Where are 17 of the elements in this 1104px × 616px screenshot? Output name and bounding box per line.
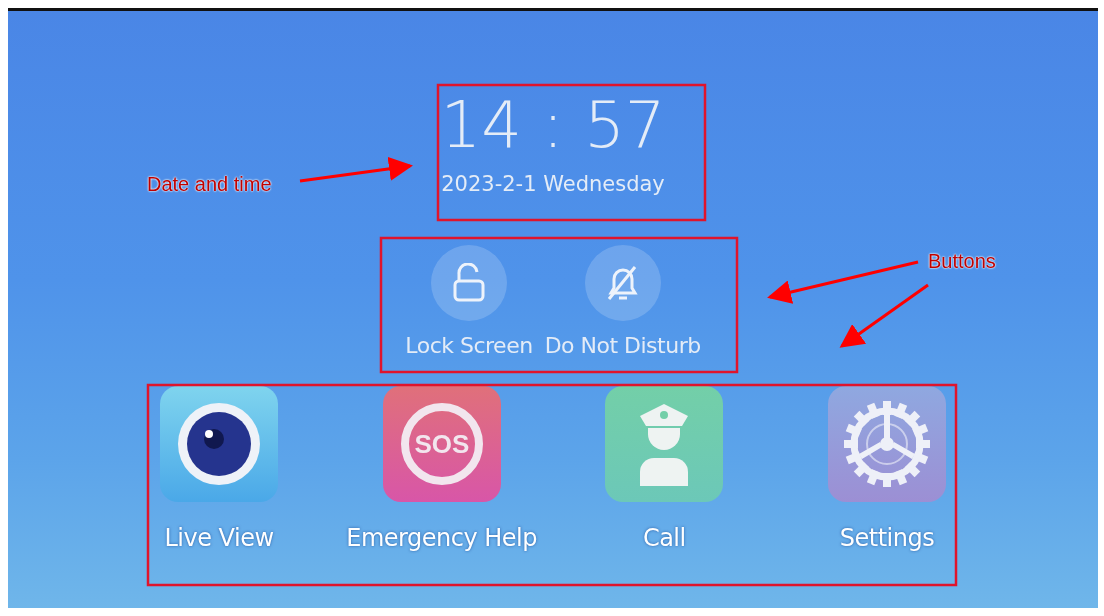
button-label[interactable]: Do Not Disturb (544, 328, 701, 362)
camera-lens-icon (176, 400, 262, 487)
app-label[interactable]: Emergency Help (346, 519, 537, 556)
app-label[interactable]: Live View (164, 519, 274, 556)
sos-icon: SOS (398, 400, 485, 487)
app-icon-tile[interactable] (605, 385, 724, 502)
app-icon-tile[interactable] (827, 385, 946, 502)
app-icon-tile[interactable] (160, 385, 278, 502)
gear-icon (843, 400, 930, 487)
app-label[interactable]: Settings (839, 519, 935, 556)
app-label[interactable]: Call (642, 519, 686, 556)
button-label[interactable]: Lock Screen (405, 328, 533, 362)
app-icon-tile[interactable]: SOS (382, 385, 501, 502)
date-text: 2023-2-1 Wednesday (441, 171, 665, 198)
annotation-label: Buttons (928, 249, 996, 274)
annotation-label: Date and time (147, 172, 272, 197)
clock-time: 14 : 57 (440, 93, 666, 157)
